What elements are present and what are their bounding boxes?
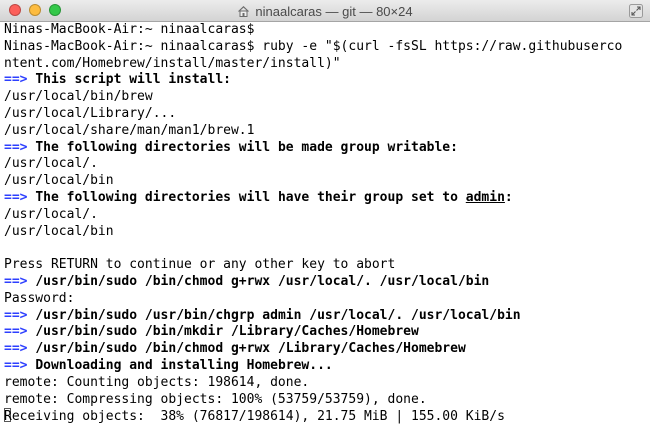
terminal-line: ==> Downloading and installing Homebrew.… (4, 358, 646, 375)
arrow-marker: ==> (4, 139, 28, 155)
line-text: remote: Compressing objects: 100% (53759… (4, 391, 427, 407)
arrow-marker: ==> (4, 273, 28, 289)
terminal-line: ==> /usr/bin/sudo /bin/chmod g+rwx /Libr… (4, 341, 646, 358)
terminal-line: ==> /usr/bin/sudo /bin/chmod g+rwx /usr/… (4, 274, 646, 291)
arrow-marker: ==> (4, 357, 28, 373)
terminal-line: /usr/local/bin/brew (4, 89, 646, 106)
terminal-line: /usr/local/Library/... (4, 106, 646, 123)
terminal-line: Press RETURN to continue or any other ke… (4, 257, 646, 274)
window-title-area: ninaalcaras — git — 80×24 (0, 0, 650, 22)
arrow-marker: ==> (4, 341, 28, 357)
terminal-line: /usr/local/bin (4, 173, 646, 190)
line-text: remote: Counting objects: 198614, done. (4, 374, 310, 390)
line-text: /usr/bin/sudo /bin/mkdir /Library/Caches… (35, 324, 419, 340)
line-text: /usr/local/bin (4, 223, 114, 239)
terminal-line: ==> /usr/bin/sudo /usr/bin/chgrp admin /… (4, 308, 646, 325)
terminal-line: ==> /usr/bin/sudo /bin/mkdir /Library/Ca… (4, 324, 646, 341)
line-text: The following directories will be made g… (35, 139, 458, 155)
terminal-line: /usr/local/share/man/man1/brew.1 (4, 123, 646, 140)
fullscreen-icon[interactable] (629, 4, 643, 18)
arrow-marker: ==> (4, 189, 28, 205)
terminal-line: ntent.com/Homebrew/install/master/instal… (4, 56, 646, 73)
terminal-line: /usr/local/. (4, 156, 646, 173)
line-text: /usr/bin/sudo /bin/chmod g+rwx /usr/loca… (35, 273, 490, 289)
line-text: /usr/local/. (4, 156, 98, 172)
terminal-output[interactable]: Ninas-MacBook-Air:~ ninaalcaras$ Ninas-Ma… (4, 22, 646, 437)
line-text: /usr/bin/sudo /usr/bin/chgrp admin /usr/… (35, 307, 521, 323)
title-bar: ninaalcaras — git — 80×24 (0, 0, 650, 22)
window-title: ninaalcaras — git — 80×24 (255, 3, 413, 19)
line-text: /usr/local/share/man/man1/brew.1 (4, 122, 255, 138)
arrow-marker: ==> (4, 307, 28, 323)
group-name: admin (465, 189, 505, 205)
terminal-line: Password: (4, 291, 646, 308)
line-text: Press RETURN to continue or any other ke… (4, 257, 396, 273)
line-text: /usr/local/. (4, 206, 98, 222)
line-text: Ninas-MacBook-Air:~ ninaalcaras$ ruby -e… (4, 38, 623, 54)
line-text: ntent.com/Homebrew/install/master/instal… (4, 55, 341, 71)
terminal-line: ==> This script will install: (4, 72, 646, 89)
terminal-line: Ninas-MacBook-Air:~ ninaalcaras$ (4, 22, 646, 39)
home-folder-icon (238, 5, 250, 17)
line-text: This script will install: (35, 72, 231, 88)
terminal-line: ==> The following directories will have … (4, 190, 646, 207)
line-text: Ninas-MacBook-Air:~ ninaalcaras$ (4, 22, 255, 37)
line-text: Password: (4, 290, 75, 306)
arrow-marker: ==> (4, 324, 28, 340)
line-text: The following directories will have thei… (35, 189, 466, 205)
arrow-marker: ==> (4, 72, 28, 88)
terminal-line: /usr/local/. (4, 207, 646, 224)
line-text: /usr/local/bin (4, 173, 114, 189)
terminal-line: /usr/local/bin (4, 224, 646, 241)
line-text: Downloading and installing Homebrew... (35, 357, 333, 373)
terminal-window: ninaalcaras — git — 80×24 Ninas-MacBook-… (0, 0, 650, 437)
terminal-line: remote: Compressing objects: 100% (53759… (4, 392, 646, 409)
terminal-line: Ninas-MacBook-Air:~ ninaalcaras$ ruby -e… (4, 39, 646, 56)
line-text: : (504, 189, 513, 205)
line-text: /usr/local/Library/... (4, 105, 177, 121)
terminal-line: remote: Counting objects: 198614, done. (4, 375, 646, 392)
terminal-line: Receiving objects: 38% (76817/198614), 2… (4, 408, 646, 425)
terminal-line: ==> The following directories will be ma… (4, 140, 646, 157)
progress-text: Receiving objects: 38% (76817/198614), 2… (4, 409, 505, 425)
line-text: /usr/bin/sudo /bin/chmod g+rwx /Library/… (35, 341, 466, 357)
line-text: /usr/local/bin/brew (4, 89, 153, 105)
